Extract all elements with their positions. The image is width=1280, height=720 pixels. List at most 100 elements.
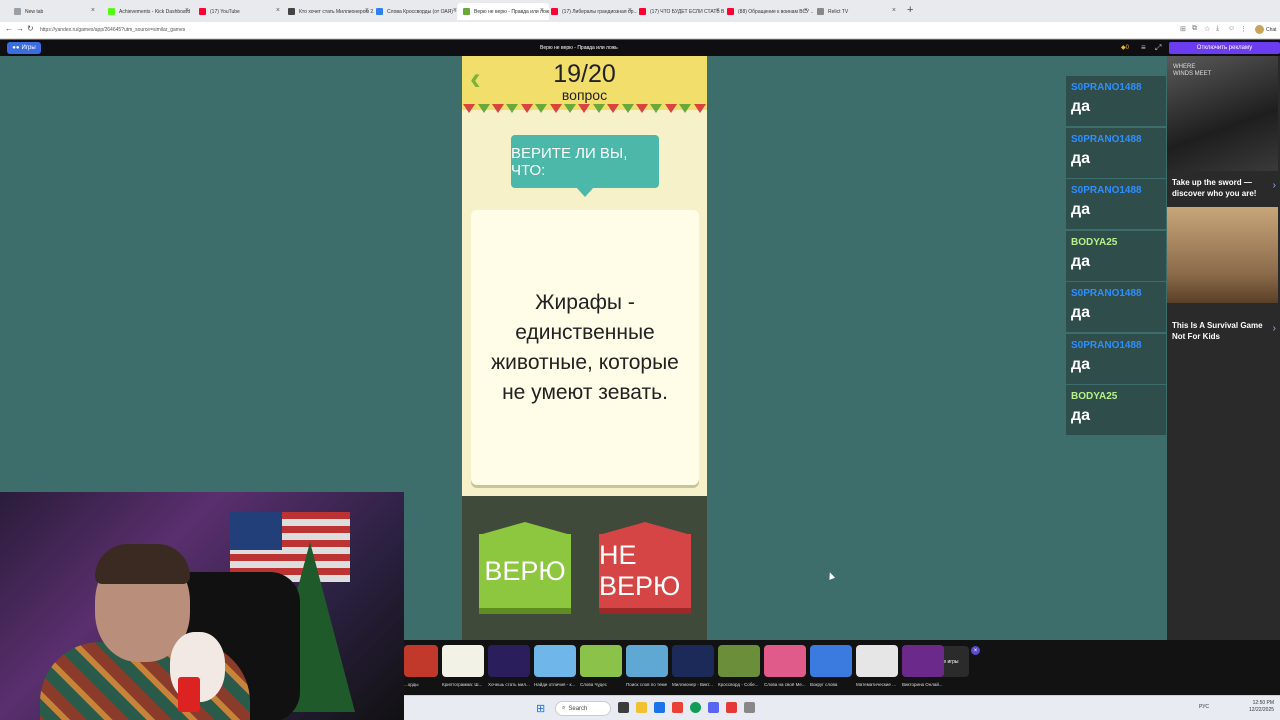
tab-close-icon[interactable]: × [540, 7, 544, 14]
game-thumbnail[interactable] [810, 645, 852, 677]
app-icon[interactable] [708, 702, 719, 713]
tab-favicon-icon [288, 8, 295, 15]
bookmark-icon[interactable]: ☆ [1204, 25, 1210, 33]
yandex-games-logo[interactable]: ●● Игры [7, 42, 41, 54]
reload-icon[interactable]: ↻ [27, 24, 34, 33]
believe-button[interactable]: ВЕРЮ [479, 522, 571, 614]
tab-label: Achievements - Kick Dashboard [119, 8, 191, 15]
disable-ads-button[interactable]: Отключить рекламу [1169, 42, 1280, 54]
browser-tab[interactable]: (17) ЧТО БУДЕТ ЕСЛИ СТАТЬ В U...× [633, 3, 725, 20]
url-field[interactable]: https://yandex.ru/games/app/264645?utm_s… [40, 27, 185, 33]
app-icon[interactable] [672, 702, 683, 713]
extensions-icon[interactable]: ⧉ [1192, 25, 1197, 33]
tab-label: Слова Кроссворды (от ОАЯ) - ... [387, 8, 462, 15]
game-thumbnail[interactable] [902, 645, 944, 677]
settings-icon[interactable] [744, 702, 755, 713]
browser-tab[interactable]: Achievements - Kick Dashboard × [102, 3, 194, 20]
account-icon[interactable]: ☺ [1228, 25, 1235, 32]
download-icon[interactable]: ⤓ [1216, 25, 1219, 33]
profile-label: Chat [1266, 27, 1277, 33]
browser-tab[interactable]: (17) Либералы грандиозная ор... × [545, 3, 637, 20]
ad-image [1167, 207, 1278, 303]
taskbar-search[interactable]: ⌕ Search [555, 701, 611, 716]
tab-favicon-icon [727, 8, 734, 15]
browser-tab[interactable]: (17) YouTube × [193, 3, 285, 20]
tab-label: Верю не верю - Правда или лож... [474, 8, 549, 15]
browser-tab[interactable]: Верю не верю - Правда или лож... × [457, 3, 549, 20]
tab-favicon-icon [639, 8, 646, 15]
forward-arrow-icon[interactable]: → [16, 24, 24, 33]
tab-label: Кто хочет стать Миллионером 2... [299, 8, 374, 15]
chat-username: BODYA25 [1071, 236, 1118, 248]
game-thumbnail[interactable] [534, 645, 576, 677]
game-thumbnail[interactable] [442, 645, 484, 677]
game-thumbnail[interactable] [580, 645, 622, 677]
tab-label: (17) ЧТО БУДЕТ ЕСЛИ СТАТЬ В U... [650, 8, 725, 15]
game-thumbnail[interactable] [856, 645, 898, 677]
game-thumbnail[interactable] [672, 645, 714, 677]
fullscreen-icon[interactable]: ⤢ [1155, 43, 1161, 53]
ad-card[interactable]: WHERE WINDS MEET Take up the sword — dis… [1167, 56, 1280, 206]
games-header: ●● Игры Верю не верю - Правда или ложь ◆0… [0, 40, 1280, 56]
tab-label: (88) Обращение к воинам ВСУ ... [738, 8, 813, 15]
app-icon[interactable] [726, 702, 737, 713]
file-explorer-icon[interactable] [636, 702, 647, 713]
game-thumbnail[interactable] [764, 645, 806, 677]
chat-message: BODYA25 да [1066, 230, 1166, 281]
hamburger-icon[interactable]: ≡ [1141, 43, 1146, 52]
coin-counter[interactable]: ◆0 [1121, 44, 1129, 51]
tab-favicon-icon [376, 8, 383, 15]
logo-label: Игры [21, 45, 36, 51]
tab-close-icon[interactable]: × [804, 7, 808, 14]
tab-favicon-icon [14, 8, 21, 15]
taskbar-clock[interactable]: 12:50 PM 12/22/2025 [1249, 700, 1274, 714]
tab-close-icon[interactable]: × [716, 7, 720, 14]
tab-close-icon[interactable]: × [276, 7, 280, 14]
profile-avatar[interactable] [1255, 25, 1264, 34]
dont-believe-button[interactable]: НЕ ВЕРЮ [599, 522, 691, 614]
chat-message: S0PRANO1488 да [1066, 179, 1166, 229]
menu-icon[interactable]: ⋮ [1240, 25, 1247, 33]
question-word: вопрос [561, 87, 608, 103]
back-arrow-icon[interactable]: ← [5, 24, 13, 33]
browser-tab[interactable]: Relict TV × [811, 3, 901, 20]
browser-tab[interactable]: Слова Кроссворды (от ОАЯ) - ... × [370, 3, 462, 20]
game-thumbnail[interactable] [404, 645, 438, 677]
game-thumbnail[interactable] [718, 645, 760, 677]
chat-text: да [1071, 355, 1091, 373]
question-progress: 19/20 [553, 60, 616, 88]
ad-card[interactable]: This Is A Survival Game Not For Kids › [1167, 207, 1280, 357]
close-strip-icon[interactable]: × [971, 646, 980, 655]
chat-username: S0PRANO1488 [1071, 339, 1142, 351]
dont-believe-label: НЕ ВЕРЮ [599, 540, 681, 601]
app-icon[interactable] [654, 702, 665, 713]
tab-close-icon[interactable]: × [185, 7, 189, 14]
tab-label: (17) YouTube [210, 8, 240, 15]
windows-start-icon[interactable]: ⊞ [536, 702, 545, 715]
browser-tab[interactable]: New tab × [8, 3, 100, 20]
browser-tab[interactable]: (88) Обращение к воинам ВСУ ... × [721, 3, 813, 20]
statement-text: Жирафы - единственные животные, которые … [491, 290, 679, 404]
system-tray-lang[interactable]: РУС [1199, 704, 1209, 710]
search-label: Search [568, 705, 588, 712]
browser-icon[interactable] [690, 702, 701, 713]
game-thumbnail[interactable] [488, 645, 530, 677]
chat-username: S0PRANO1488 [1071, 82, 1142, 93]
tab-favicon-icon [551, 8, 558, 15]
tab-label: New tab [25, 8, 44, 15]
tab-close-icon[interactable]: × [365, 7, 369, 14]
tab-close-icon[interactable]: × [628, 7, 632, 14]
soda-can [178, 677, 200, 712]
task-view-icon[interactable] [618, 702, 629, 713]
clock-time: 12:50 PM [1252, 700, 1275, 706]
browser-tab[interactable]: Кто хочет стать Миллионером 2... × [282, 3, 374, 20]
chat-text: да [1071, 201, 1091, 218]
chat-message: S0PRANO1488 да [1066, 333, 1166, 384]
translate-icon[interactable]: ⊞ [1180, 25, 1186, 33]
tab-close-icon[interactable]: × [91, 7, 95, 14]
game-thumbnail[interactable] [626, 645, 668, 677]
tab-label: (17) Либералы грандиозная ор... [562, 8, 637, 15]
back-chevron-icon[interactable]: ‹ [470, 60, 481, 97]
tab-close-icon[interactable]: × [892, 7, 896, 14]
new-tab-button[interactable]: + [907, 4, 913, 16]
